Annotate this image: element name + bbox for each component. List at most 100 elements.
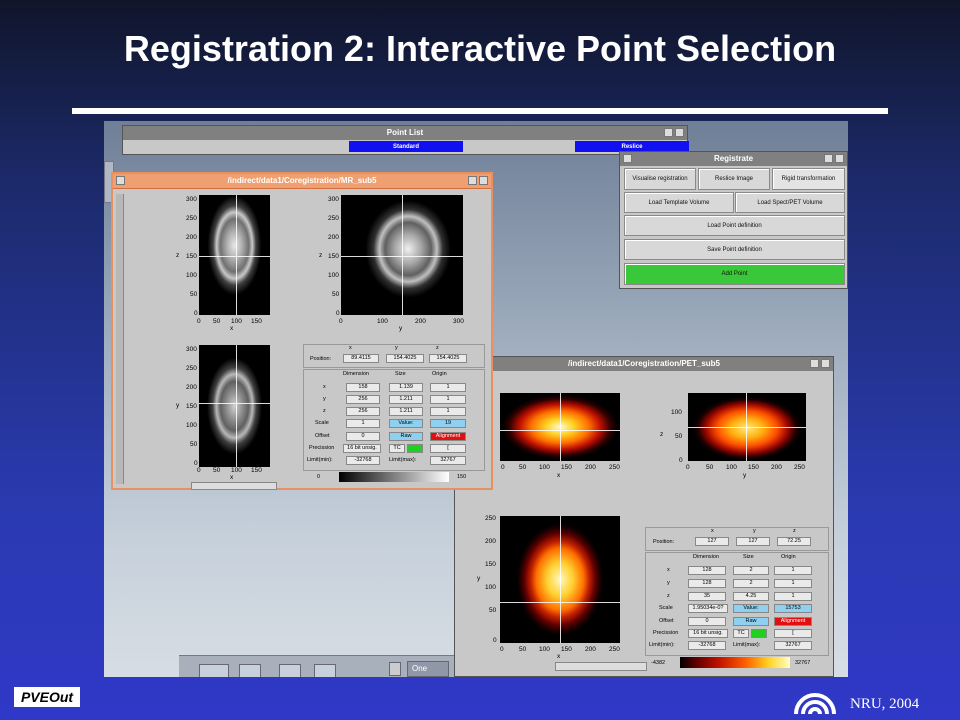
scale-field[interactable]: 1.95034e-0?: [688, 604, 728, 613]
tick-label: 250: [328, 215, 339, 222]
pet-window-title: /indirect/data1/Coregistration/PET_sub5: [567, 359, 721, 368]
desktop-screenshot: Point List Standard Reslice Registrate V…: [104, 121, 848, 677]
load-point-definition-button[interactable]: Load Point definition: [624, 215, 845, 236]
tick-label: 50: [675, 433, 683, 440]
raw-button[interactable]: Raw: [389, 432, 423, 441]
limit-max-field[interactable]: 32767: [774, 641, 812, 650]
minimize-button[interactable]: [664, 128, 673, 137]
origin-y-field[interactable]: 1: [774, 579, 812, 588]
bracket-field[interactable]: [: [430, 444, 466, 453]
maximize-button[interactable]: [821, 359, 830, 368]
minimize-button[interactable]: [824, 154, 833, 163]
taskbar-icon[interactable]: [199, 664, 229, 677]
taskbar-icon[interactable]: [279, 664, 301, 677]
origin-x-field[interactable]: 1: [774, 566, 812, 575]
taskbar-icon[interactable]: [239, 664, 261, 677]
axis-label: x: [230, 474, 234, 481]
position-z-field[interactable]: 72.25: [777, 537, 811, 546]
bracket-field[interactable]: [: [774, 629, 812, 638]
header-dimension: Dimension: [693, 554, 719, 560]
crosshair-vertical: [236, 345, 237, 467]
position-x-field[interactable]: 127: [695, 537, 729, 546]
maximize-button[interactable]: [675, 128, 684, 137]
taskbar-icon[interactable]: [314, 664, 336, 677]
raw-button[interactable]: Raw: [733, 617, 769, 626]
size-z-field[interactable]: 4.25: [733, 592, 769, 601]
tick-label: 300: [186, 346, 197, 353]
maximize-button[interactable]: [835, 154, 844, 163]
mr-axial-image[interactable]: [199, 345, 270, 467]
tab-visualise-registration[interactable]: Visualise registration: [624, 168, 696, 190]
limit-min-field[interactable]: -32768: [346, 456, 380, 465]
window-menu-button[interactable]: [623, 154, 632, 163]
crosshair-vertical: [560, 393, 561, 461]
size-z-field[interactable]: 1.211: [389, 407, 423, 416]
size-y-field[interactable]: 1.211: [389, 395, 423, 404]
dimension-x-field[interactable]: 128: [688, 566, 726, 575]
minimize-button[interactable]: [468, 176, 477, 185]
tc-button[interactable]: TC: [389, 444, 405, 453]
position-x-field[interactable]: 89.4115: [343, 354, 379, 363]
lock-icon[interactable]: [389, 662, 401, 676]
color-swatch[interactable]: [751, 629, 767, 638]
precision-label: Precission: [309, 445, 335, 451]
origin-x-field[interactable]: 1: [430, 383, 466, 392]
origin-z-field[interactable]: 1: [430, 407, 466, 416]
pet-axial-image[interactable]: [500, 516, 620, 643]
maximize-button[interactable]: [479, 176, 488, 185]
tick-label: 0: [194, 310, 198, 317]
pet-sagittal-image[interactable]: [688, 393, 806, 461]
limit-min-label: Limit(min):: [307, 457, 333, 463]
limit-max-field[interactable]: 32767: [430, 456, 466, 465]
offset-field[interactable]: 0: [688, 617, 726, 626]
load-spect-pet-volume-button[interactable]: Load Spect/PET Volume: [735, 192, 845, 213]
dimension-z-field[interactable]: 35: [688, 592, 726, 601]
tick-label: 150: [186, 403, 197, 410]
position-y-field[interactable]: 154.4025: [386, 354, 424, 363]
slice-slider[interactable]: [191, 482, 277, 490]
tick-label: 50: [190, 291, 198, 298]
load-template-volume-button[interactable]: Load Template Volume: [624, 192, 734, 213]
precision-field[interactable]: 16 bit unsig.: [343, 444, 381, 453]
size-y-field[interactable]: 2: [733, 579, 769, 588]
mr-sagittal-image[interactable]: [341, 195, 463, 315]
add-point-button[interactable]: Add Point: [624, 263, 845, 285]
color-swatch[interactable]: [407, 444, 423, 453]
precision-field[interactable]: 16 bit unsig.: [688, 629, 728, 638]
dimension-y-field[interactable]: 256: [346, 395, 380, 404]
value-field: 19: [430, 419, 466, 428]
registrate-title: Registrate: [713, 154, 754, 163]
dimension-z-field[interactable]: 256: [346, 407, 380, 416]
limit-min-field[interactable]: -32768: [688, 641, 726, 650]
origin-y-field[interactable]: 1: [430, 395, 466, 404]
tick-label: 150: [485, 561, 496, 568]
dimension-y-field[interactable]: 128: [688, 579, 726, 588]
position-y-field[interactable]: 127: [736, 537, 770, 546]
alignment-button[interactable]: Alignment: [774, 617, 812, 626]
tab-reslice-image[interactable]: Reslice Image: [698, 168, 770, 190]
vertical-scrollbar[interactable]: [116, 194, 124, 484]
position-z-field[interactable]: 154.4025: [429, 354, 467, 363]
position-label: Position:: [310, 356, 332, 362]
dimension-x-field[interactable]: 158: [346, 383, 380, 392]
mr-coronal-image[interactable]: [199, 195, 270, 315]
tick-label: 150: [186, 253, 197, 260]
scale-field[interactable]: 1: [346, 419, 380, 428]
limit-max-label: Limit(max):: [389, 457, 417, 463]
position-label: Position:: [653, 539, 675, 545]
window-menu-button[interactable]: [116, 176, 125, 185]
tick-label: 300: [186, 196, 197, 203]
slice-slider[interactable]: [555, 662, 647, 671]
tab-rigid-transformation[interactable]: Rigid transformation: [772, 168, 845, 190]
standard-button[interactable]: Standard: [349, 141, 463, 152]
save-point-definition-button[interactable]: Save Point definition: [624, 239, 845, 260]
origin-z-field[interactable]: 1: [774, 592, 812, 601]
tc-button[interactable]: TC: [733, 629, 749, 638]
pet-coronal-image[interactable]: [500, 393, 620, 461]
workspace-label[interactable]: One: [407, 661, 449, 677]
minimize-button[interactable]: [810, 359, 819, 368]
alignment-button[interactable]: Alignment: [430, 432, 466, 441]
size-x-field[interactable]: 1.139: [389, 383, 423, 392]
offset-field[interactable]: 0: [346, 432, 380, 441]
size-x-field[interactable]: 2: [733, 566, 769, 575]
